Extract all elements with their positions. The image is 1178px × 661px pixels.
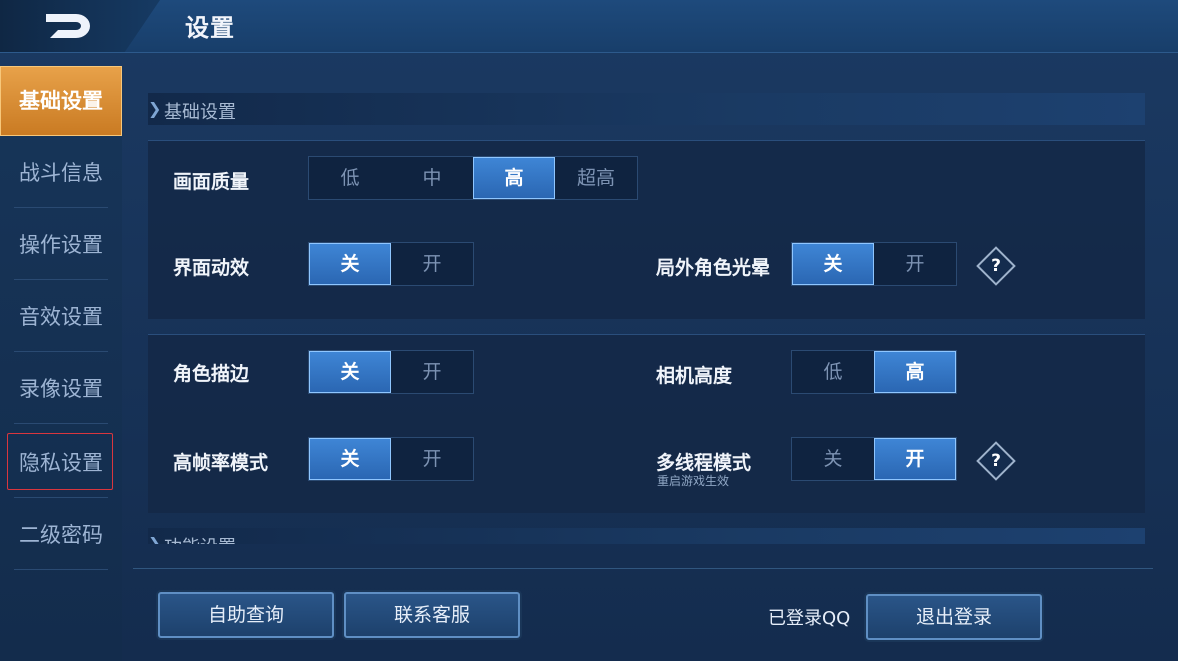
settings-panel-rendering: 角色描边 关 开 相机高度 低 高 高帧率模式 关 开 多线程模式 重启游戏生效… — [148, 334, 1145, 513]
multithread-label: 多线程模式 — [656, 452, 752, 474]
ui-effects-on[interactable]: 开 — [391, 243, 473, 285]
highlight-box — [7, 433, 113, 490]
high-fps-on[interactable]: 开 — [391, 438, 473, 480]
outer-glow-on[interactable]: 开 — [874, 243, 956, 285]
help-icon[interactable]: ? — [976, 441, 1016, 481]
ui-effects-toggle: 关 开 — [308, 242, 474, 286]
outer-glow-off[interactable]: 关 — [792, 243, 874, 285]
high-fps-off[interactable]: 关 — [309, 438, 391, 480]
contact-support-button[interactable]: 联系客服 — [344, 592, 520, 638]
sidebar-item-basic[interactable]: 基础设置 — [0, 66, 122, 136]
sidebar-item-label: 基础设置 — [19, 89, 103, 113]
multithread-note: 重启游戏生效 — [657, 474, 730, 488]
sidebar-item-label: 音效设置 — [19, 305, 103, 329]
quality-option-mid[interactable]: 中 — [391, 157, 473, 199]
ui-effects-label: 界面动效 — [173, 257, 250, 279]
section-header-basic: ❯ 基础设置 — [148, 93, 1145, 125]
outer-glow-label: 局外角色光晕 — [656, 257, 771, 279]
camera-height-label: 相机高度 — [656, 365, 733, 387]
sidebar-item-privacy[interactable]: 隐私设置 — [0, 428, 122, 498]
sidebar-item-controls[interactable]: 操作设置 — [0, 210, 122, 280]
settings-panel-display: 画面质量 低 中 高 超高 界面动效 关 开 局外角色光晕 关 开 ? — [148, 140, 1145, 319]
quality-option-ultra[interactable]: 超高 — [555, 157, 637, 199]
sidebar-item-label: 录像设置 — [19, 377, 103, 401]
high-fps-label: 高帧率模式 — [173, 452, 269, 474]
quality-selector: 低 中 高 超高 — [308, 156, 638, 200]
section-title: 基础设置 — [164, 102, 236, 123]
help-icon[interactable]: ? — [976, 246, 1016, 286]
top-bar: 设置 — [0, 0, 1178, 53]
sidebar-item-label: 操作设置 — [19, 233, 103, 257]
self-query-button[interactable]: 自助查询 — [158, 592, 334, 638]
chevron-right-icon: ❯ — [148, 534, 162, 544]
section-header-feature: ❯ 功能设置 — [148, 528, 1145, 544]
section-title: 功能设置 — [164, 533, 236, 544]
sidebar-item-label: 战斗信息 — [19, 161, 103, 185]
chevron-right-icon: ❯ — [148, 99, 162, 118]
outline-toggle: 关 开 — [308, 350, 474, 394]
sidebar-item-replay[interactable]: 录像设置 — [0, 354, 122, 424]
outer-glow-toggle: 关 开 — [791, 242, 957, 286]
sidebar: 基础设置 战斗信息 操作设置 音效设置 录像设置 隐私设置 二级密码 — [0, 66, 122, 661]
high-fps-toggle: 关 开 — [308, 437, 474, 481]
sidebar-item-audio[interactable]: 音效设置 — [0, 282, 122, 352]
camera-height-low[interactable]: 低 — [792, 351, 874, 393]
multithread-off[interactable]: 关 — [792, 438, 874, 480]
ui-effects-off[interactable]: 关 — [309, 243, 391, 285]
logout-button[interactable]: 退出登录 — [866, 594, 1042, 640]
quality-option-low[interactable]: 低 — [309, 157, 391, 199]
outline-off[interactable]: 关 — [309, 351, 391, 393]
section-header-feature-clip: ❯ 功能设置 — [148, 528, 1145, 544]
outline-on[interactable]: 开 — [391, 351, 473, 393]
login-status: 已登录QQ — [768, 608, 851, 629]
back-arrow-icon[interactable] — [38, 8, 98, 44]
page-title: 设置 — [185, 14, 235, 42]
multithread-on[interactable]: 开 — [874, 438, 956, 480]
camera-height-high[interactable]: 高 — [874, 351, 956, 393]
quality-label: 画面质量 — [173, 171, 250, 193]
multithread-toggle: 关 开 — [791, 437, 957, 481]
camera-height-toggle: 低 高 — [791, 350, 957, 394]
quality-option-high[interactable]: 高 — [473, 157, 555, 199]
sidebar-item-battle[interactable]: 战斗信息 — [0, 138, 122, 208]
sidebar-item-label: 二级密码 — [19, 523, 103, 547]
footer-divider — [133, 568, 1153, 569]
sidebar-item-secondary-password[interactable]: 二级密码 — [0, 500, 122, 570]
outline-label: 角色描边 — [173, 363, 250, 385]
